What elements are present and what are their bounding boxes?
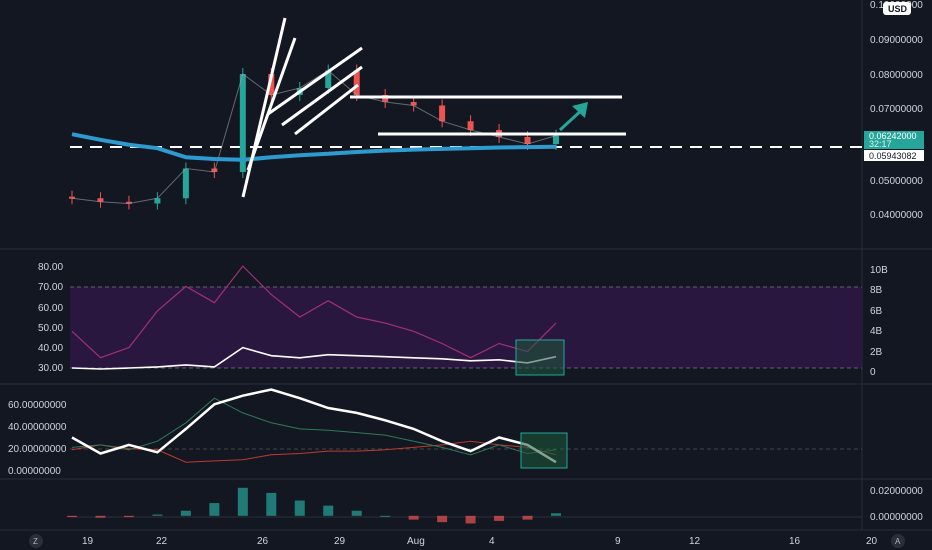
histogram-bar bbox=[123, 515, 134, 518]
rsi-tick-2: 60.00 bbox=[38, 303, 63, 314]
rsi-tick-4: 40.00 bbox=[38, 343, 63, 354]
price-tick-3: 0.07000000 bbox=[870, 104, 923, 115]
histogram-bar bbox=[437, 515, 448, 523]
histogram-bar bbox=[209, 503, 220, 516]
time-tick-8: 16 bbox=[789, 536, 801, 547]
histogram-bar bbox=[67, 515, 77, 518]
currency-badge[interactable]: USD bbox=[883, 2, 911, 15]
chart-background bbox=[0, 0, 932, 550]
time-tick-2: 26 bbox=[257, 536, 269, 547]
volume-tick-2: 6B bbox=[870, 306, 883, 317]
bar-countdown: 32:17 bbox=[869, 139, 892, 149]
volume-tick-3: 4B bbox=[870, 326, 883, 337]
auto-scale-button[interactable]: A bbox=[891, 534, 905, 548]
price-tick-1: 0.09000000 bbox=[870, 35, 923, 46]
histogram-bar bbox=[408, 515, 419, 520]
adx-highlight-box[interactable] bbox=[520, 432, 568, 469]
candle-body bbox=[239, 74, 246, 172]
rsi-tick-5: 30.00 bbox=[38, 363, 63, 374]
histogram-bar bbox=[237, 487, 248, 516]
reference-price-tag: 0.05943082 bbox=[864, 150, 924, 161]
histogram-bar bbox=[522, 515, 533, 520]
volume-tick-5: 0 bbox=[870, 367, 876, 378]
hist-tick-1: 0.00000000 bbox=[870, 512, 923, 523]
histogram-bar bbox=[266, 492, 277, 516]
time-tick-1: 22 bbox=[156, 536, 168, 547]
time-tick-9: 20 bbox=[866, 536, 878, 547]
time-tick-6: 9 bbox=[615, 536, 621, 547]
candle-body bbox=[467, 121, 474, 130]
auto-scale-label: A bbox=[895, 537, 901, 546]
adx-tick-1: 40.00000000 bbox=[8, 422, 67, 433]
histogram-bar bbox=[351, 510, 362, 516]
hist-tick-0: 0.02000000 bbox=[870, 486, 923, 497]
histogram-bar bbox=[294, 500, 305, 516]
adx-tick-0: 60.00000000 bbox=[8, 400, 67, 411]
adx-tick-2: 20.00000000 bbox=[8, 444, 67, 455]
rsi-tick-3: 50.00 bbox=[38, 323, 63, 334]
time-tick-7: 12 bbox=[689, 536, 701, 547]
histogram-bar bbox=[95, 515, 106, 518]
candle-body bbox=[182, 168, 189, 199]
candle-body bbox=[553, 135, 559, 144]
time-tick-0: 19 bbox=[82, 536, 94, 547]
timezone-button[interactable]: Z bbox=[29, 534, 43, 548]
price-tick-4: 0.05000000 bbox=[870, 176, 923, 187]
time-tick-4: Aug bbox=[407, 536, 425, 547]
histogram-bar bbox=[465, 515, 476, 524]
volume-tick-0: 10B bbox=[870, 265, 888, 276]
histogram-bar bbox=[380, 515, 391, 517]
rsi-tick-0: 80.00 bbox=[38, 262, 63, 273]
trading-chart[interactable]: 0.10000000 0.09000000 0.08000000 0.07000… bbox=[0, 0, 932, 550]
time-tick-5: 4 bbox=[489, 536, 495, 547]
time-tick-3: 29 bbox=[334, 536, 346, 547]
timezone-label: Z bbox=[33, 537, 38, 546]
histogram-bar bbox=[494, 515, 505, 521]
last-price-tag: 0.06242000 32:17 bbox=[864, 131, 924, 149]
price-tick-2: 0.08000000 bbox=[870, 70, 923, 81]
histogram-bar bbox=[152, 514, 163, 516]
histogram-bar bbox=[323, 505, 334, 516]
rsi-tick-1: 70.00 bbox=[38, 282, 63, 293]
currency-label: USD bbox=[888, 4, 908, 14]
volume-tick-4: 2B bbox=[870, 347, 883, 358]
histogram-bar bbox=[551, 513, 561, 516]
rsi-highlight-box[interactable] bbox=[515, 339, 565, 376]
volume-tick-1: 8B bbox=[870, 285, 883, 296]
reference-price-value: 0.05943082 bbox=[869, 151, 917, 161]
price-tick-5: 0.04000000 bbox=[870, 210, 923, 221]
histogram-bar bbox=[180, 510, 191, 516]
adx-tick-3: 0.00000000 bbox=[8, 466, 61, 477]
candle-body bbox=[439, 105, 446, 122]
